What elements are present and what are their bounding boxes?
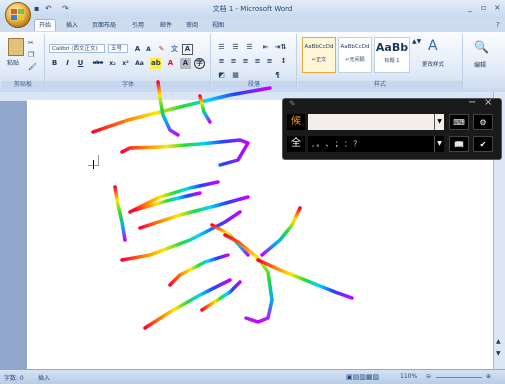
ink-stroke [260, 206, 302, 257]
ime-logo-icon: ✎ [289, 99, 296, 108]
ink-stroke [113, 185, 127, 242]
punctuation-bar[interactable]: , 。 、 ； ： ？ [308, 136, 434, 152]
ink-stroke [120, 138, 250, 167]
ink-stroke [223, 233, 274, 324]
handwriting-ink [91, 80, 354, 330]
ime-minimize-button[interactable]: − [468, 97, 476, 108]
ime-panel: ✎ − × 候 ▼ ⌨ ⚙ 全 , 。 、 ； ： ？ ▼ 📖 ✔ [282, 97, 502, 160]
insert-mode[interactable]: 插入 [38, 373, 50, 382]
office-logo-icon [11, 9, 24, 20]
ink-stroke [168, 253, 230, 287]
ime-close-button[interactable]: × [484, 97, 492, 108]
zoom-level[interactable]: 110% [400, 373, 417, 380]
candidate-field[interactable] [308, 114, 434, 130]
full-width-label: 全 [287, 136, 305, 152]
punctuation-dropdown[interactable]: ▼ [434, 136, 444, 152]
ink-stroke [120, 210, 242, 262]
settings-icon[interactable]: ⚙ [473, 114, 493, 130]
book-icon[interactable]: 📖 [449, 136, 469, 152]
ink-stroke [143, 278, 232, 330]
status-bar: 字数: 0 插入 ▣▤▥▦▧ 110% ⊖ ⊕ [0, 369, 505, 384]
zoom-slider[interactable] [436, 377, 482, 378]
zoom-in-button[interactable]: ⊕ [486, 373, 491, 380]
word-count[interactable]: 字数: 0 [4, 373, 24, 382]
check-icon[interactable]: ✔ [473, 136, 493, 152]
ink-stroke [91, 86, 272, 134]
candidate-dropdown[interactable]: ▼ [434, 114, 444, 130]
zoom-out-button[interactable]: ⊖ [426, 373, 431, 380]
keyboard-icon[interactable]: ⌨ [449, 114, 469, 130]
candidate-label: 候 [287, 114, 305, 130]
ink-stroke [210, 223, 250, 257]
view-buttons-icon[interactable]: ▣▤▥▦▧ [346, 373, 379, 381]
ink-stroke [138, 195, 250, 230]
office-button[interactable] [5, 2, 31, 28]
